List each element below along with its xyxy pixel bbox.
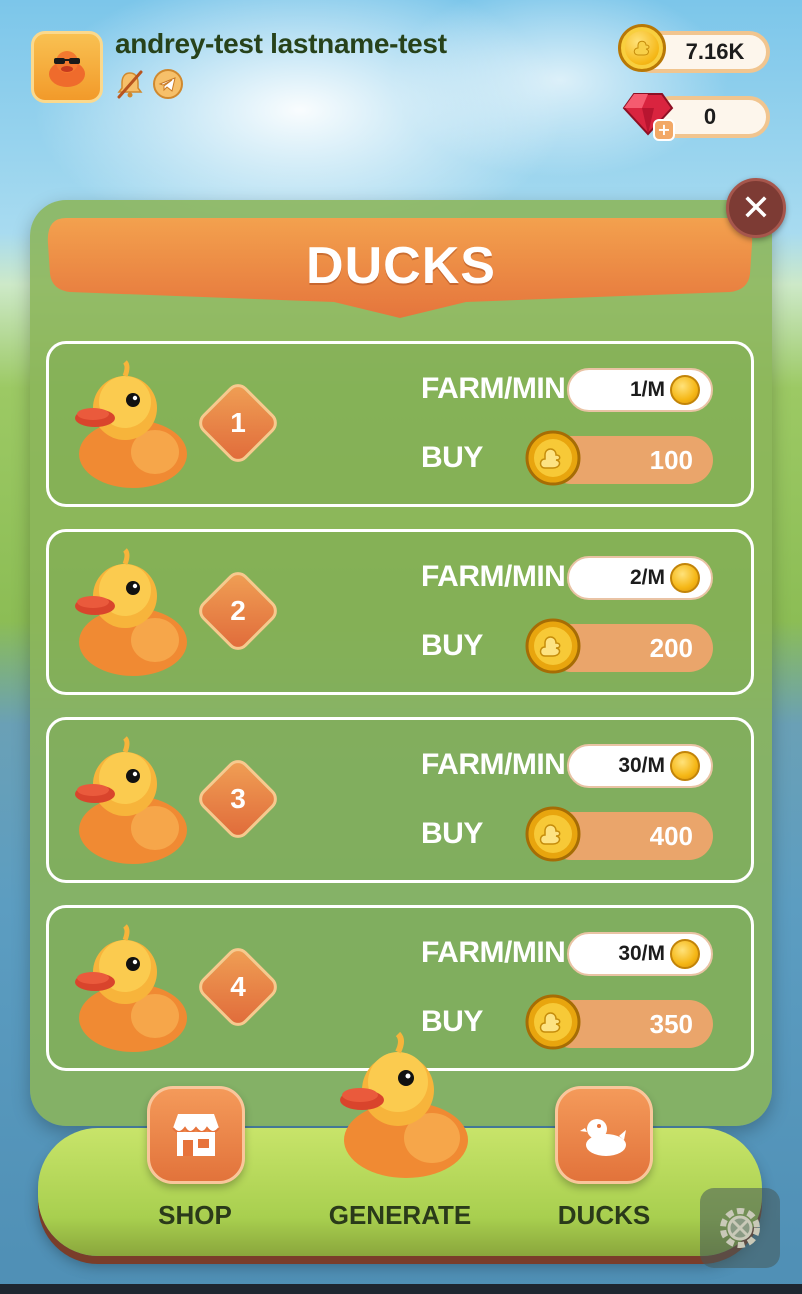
settings-button[interactable] xyxy=(700,1188,780,1268)
farm-rate-value: 30/M xyxy=(618,754,665,777)
farm-per-min-label: FARM/MIN xyxy=(421,372,566,405)
duck-coin-icon xyxy=(670,939,700,969)
svg-text:+: + xyxy=(657,120,670,139)
bell-muted-icon[interactable] xyxy=(114,68,146,100)
game-screen: andrey-test lastname-test 7.16K 0 + DUCK… xyxy=(0,0,802,1294)
ducks-nav-label: DUCKS xyxy=(557,1200,651,1230)
level-number: 1 xyxy=(230,407,246,438)
farm-rate-value: 30/M xyxy=(618,942,665,965)
gem-balance-value: 0 xyxy=(703,104,717,129)
duck-card-2: 2 FARM/MIN 2/M BUY 200 xyxy=(46,529,754,695)
farm-rate-value: 1/M xyxy=(629,378,665,401)
level-number: 3 xyxy=(230,783,246,814)
duck-icon xyxy=(75,548,187,676)
panel-title: DUCKS xyxy=(306,237,496,295)
duck-icon xyxy=(75,924,187,1052)
close-icon: ✕ xyxy=(740,187,772,229)
farm-per-min-label: FARM/MIN xyxy=(421,560,566,593)
generate-label: GENERATE xyxy=(328,1200,472,1230)
buy-price: 400 xyxy=(649,821,693,851)
duck-card-3: 3 FARM/MIN 30/M BUY 400 xyxy=(46,717,754,883)
farm-rate-pill: 30/M xyxy=(567,744,713,788)
duck-coin-icon xyxy=(525,618,581,674)
farm-rate-pill: 1/M xyxy=(567,368,713,412)
duck-icon xyxy=(580,1119,626,1156)
bottom-edge xyxy=(0,1284,802,1294)
farm-per-min-label: FARM/MIN xyxy=(421,748,566,781)
duck-coin-icon xyxy=(618,24,666,72)
duck-icon xyxy=(75,736,187,864)
farm-per-min-label: FARM/MIN xyxy=(421,936,566,969)
buy-price: 200 xyxy=(649,633,693,663)
telegram-icon[interactable] xyxy=(152,68,184,100)
duck-coin-icon xyxy=(525,806,581,862)
close-button[interactable]: ✕ xyxy=(726,178,786,238)
duck-coin-icon xyxy=(670,563,700,593)
buy-label: BUY xyxy=(421,441,483,474)
farm-rate-pill: 2/M xyxy=(567,556,713,600)
generate-duck-button[interactable] xyxy=(334,1032,470,1182)
duck-coin-icon xyxy=(670,375,700,405)
coin-balance-value: 7.16K xyxy=(685,39,745,64)
duck-coin-icon xyxy=(670,751,700,781)
buy-label: BUY xyxy=(421,629,483,662)
level-number: 2 xyxy=(230,595,246,626)
shop-label: SHOP xyxy=(158,1200,232,1230)
avatar[interactable] xyxy=(31,31,103,103)
duck-with-sunglasses-icon xyxy=(49,51,85,87)
duck-coin-icon xyxy=(525,430,581,486)
gear-icon xyxy=(720,1208,760,1248)
duck-coin-icon xyxy=(525,994,581,1050)
buy-label: BUY xyxy=(421,817,483,850)
duck-card-1: 1 FARM/MIN 1/M BUY 100 xyxy=(46,341,754,507)
duck-icon xyxy=(75,360,187,488)
ducks-nav-button[interactable] xyxy=(555,1086,653,1184)
ruby-gem-icon[interactable]: + xyxy=(620,84,676,142)
farm-rate-value: 2/M xyxy=(629,566,665,589)
shop-button[interactable] xyxy=(147,1086,245,1184)
level-number: 4 xyxy=(230,971,246,1002)
username: andrey-test lastname-test xyxy=(115,28,447,59)
buy-price: 350 xyxy=(649,1009,693,1039)
farm-rate-pill: 30/M xyxy=(567,932,713,976)
shop-storefront-icon xyxy=(172,1114,220,1156)
buy-price: 100 xyxy=(649,445,693,475)
